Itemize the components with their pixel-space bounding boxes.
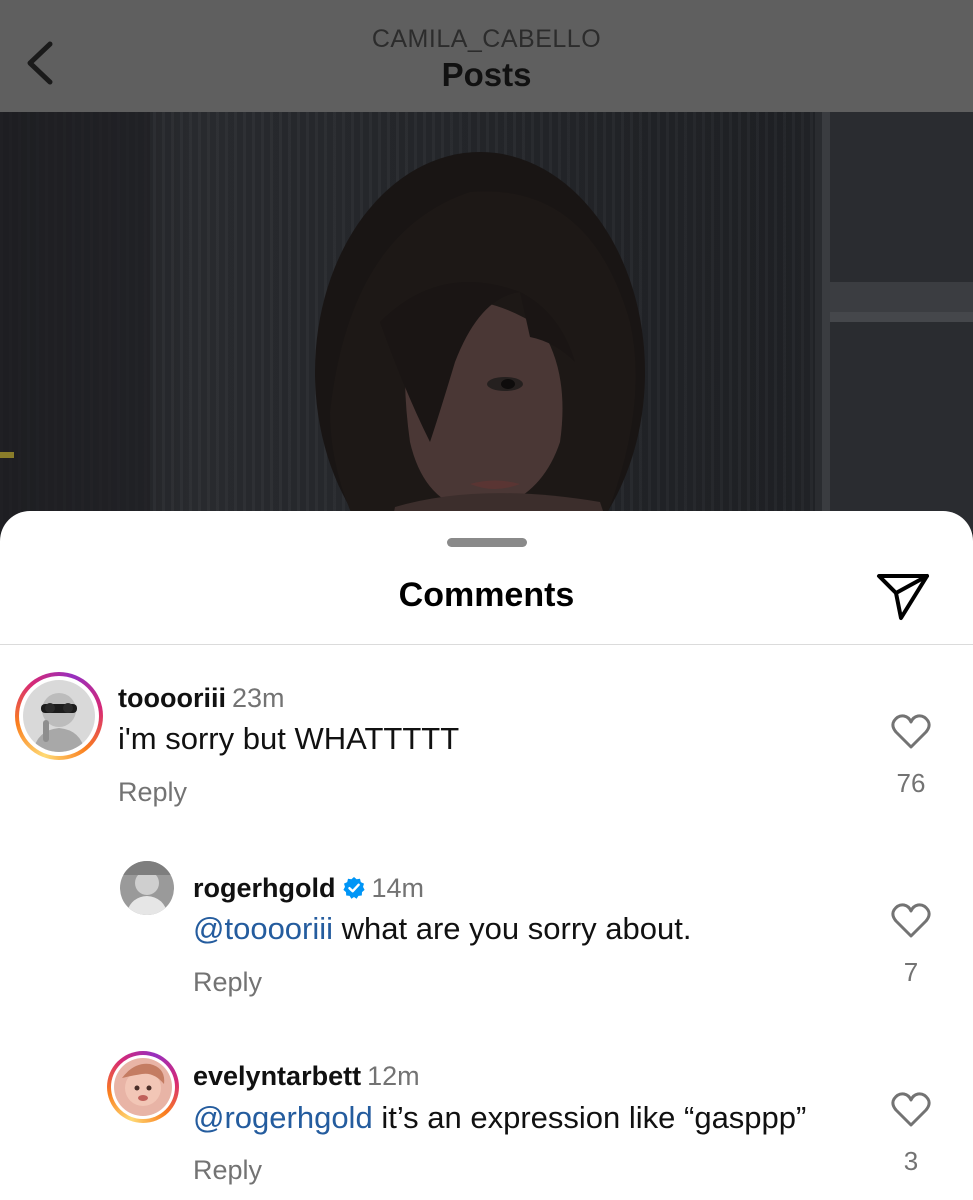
comment-username[interactable]: tooooriii xyxy=(118,683,226,713)
heart-icon xyxy=(891,714,931,749)
header-username: CAMILA_CABELLO xyxy=(371,25,602,53)
mention-link[interactable]: @rogerhgold xyxy=(193,1100,373,1135)
comment-text: @rogerhgold it’s an expression like “gas… xyxy=(193,1100,806,1136)
like-count: 76 xyxy=(896,768,926,798)
like-button[interactable] xyxy=(891,714,931,750)
page-title: Posts xyxy=(441,56,532,93)
comments-sheet: Comments tooooriii 23m i'm sorry but WHA… xyxy=(0,511,973,1200)
paper-plane-icon xyxy=(877,574,929,620)
comment-reply-item: rogerhgold 14m @tooooriii what are you s… xyxy=(0,851,973,1001)
sheet-drag-handle[interactable] xyxy=(447,538,527,547)
comment-username[interactable]: evelyntarbett xyxy=(193,1061,361,1091)
avatar[interactable] xyxy=(120,861,174,915)
like-button[interactable] xyxy=(891,1092,931,1128)
header-divider xyxy=(0,644,973,645)
comment-reply-item: evelyntarbett 12m @rogerhgold it’s an exp… xyxy=(0,1041,973,1200)
heart-icon xyxy=(891,903,931,938)
like-count: 3 xyxy=(903,1146,919,1176)
comment-username[interactable]: rogerhgold xyxy=(193,873,336,903)
comment-item: tooooriii 23m i'm sorry but WHATTTTT Repl… xyxy=(0,661,973,811)
comment-text-body: what are you sorry about. xyxy=(333,911,692,946)
reply-button[interactable]: Reply xyxy=(118,777,187,808)
top-navigation-bar: CAMILA_CABELLO Posts xyxy=(0,0,973,112)
mention-link[interactable]: @tooooriii xyxy=(193,911,333,946)
comment-meta: tooooriii 23m xyxy=(118,683,285,714)
comment-text: i'm sorry but WHATTTTT xyxy=(118,721,460,756)
story-ring[interactable] xyxy=(15,672,103,760)
avatar xyxy=(114,1058,172,1116)
comment-time: 12m xyxy=(367,1061,420,1091)
heart-icon xyxy=(891,1092,931,1127)
comment-meta: evelyntarbett 12m xyxy=(193,1061,420,1092)
like-count: 7 xyxy=(903,957,919,987)
share-button[interactable] xyxy=(875,572,931,622)
reply-button[interactable]: Reply xyxy=(193,967,262,998)
comment-time: 23m xyxy=(231,683,285,713)
verified-badge-icon xyxy=(342,877,365,899)
comment-text-body: it’s an expression like “gasppp” xyxy=(372,1100,807,1135)
comment-meta: rogerhgold 14m xyxy=(193,873,424,904)
avatar xyxy=(23,680,95,752)
comment-text: @tooooriii what are you sorry about. xyxy=(193,911,691,947)
comments-title: Comments xyxy=(398,576,575,614)
like-button[interactable] xyxy=(891,903,931,939)
post-photo-image xyxy=(0,112,973,532)
comment-time: 14m xyxy=(371,873,425,903)
post-photo[interactable] xyxy=(0,112,973,532)
reply-button[interactable]: Reply xyxy=(193,1155,262,1186)
story-ring[interactable] xyxy=(107,1051,179,1123)
